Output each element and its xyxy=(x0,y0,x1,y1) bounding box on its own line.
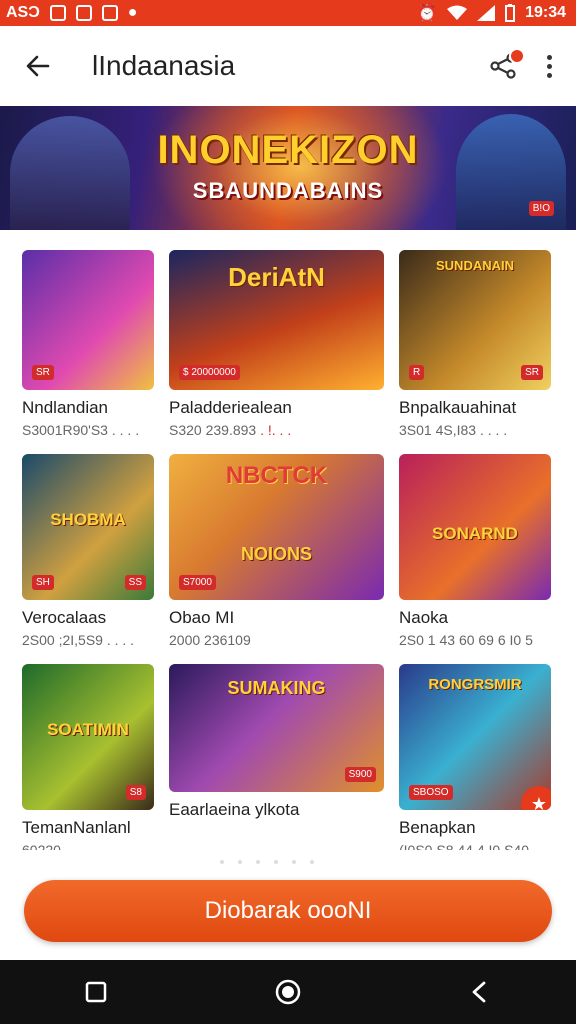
more-dots-icon xyxy=(547,54,552,60)
game-card[interactable]: SR Nndlandian S3001R90'S3 . . . . xyxy=(22,250,154,438)
game-thumbnail: RONGRSMIR SBOSO ★ xyxy=(399,664,551,810)
signal-icon xyxy=(477,5,496,21)
share-button[interactable] xyxy=(487,48,525,82)
banner-subtitle: SBAUNDABAINS xyxy=(192,178,384,203)
game-thumbnail: SR xyxy=(22,250,154,390)
promo-banner[interactable]: INONEKIZON SBAUNDABAINS B!O xyxy=(0,106,576,230)
game-title: Bnpalkauahinat xyxy=(399,398,517,417)
star-icon: ★ xyxy=(530,793,548,811)
game-card[interactable]: DeriAtN $ 20000000 Paladderiealean S320 … xyxy=(169,250,384,438)
banner-title: INONEKIZON xyxy=(157,128,419,172)
arrow-left-icon xyxy=(26,55,50,77)
status-bar: ASƆ ● ⏰ 19:34 xyxy=(0,0,576,26)
more-options-button[interactable] xyxy=(547,54,552,78)
game-meta: 3S01 4S,I83 . . . . xyxy=(399,422,508,438)
battery-icon xyxy=(505,4,516,22)
game-title: Naoka xyxy=(399,608,449,627)
game-thumbnail: NBCTCK NOIONS S7000 xyxy=(169,454,384,600)
clock-text: 19:34 xyxy=(525,4,566,21)
primary-action-button[interactable]: Diobarak oooNI xyxy=(24,880,552,942)
location-icon: ● xyxy=(127,4,138,21)
bottom-action-area: Diobarak oooNI xyxy=(0,850,576,960)
carrier-text: ASƆ xyxy=(6,4,40,21)
game-meta: 2S00 ;2I,5S9 . . . . xyxy=(22,632,135,648)
app-notification-icon xyxy=(75,5,92,21)
recents-button[interactable] xyxy=(76,972,116,1012)
game-thumbnail: SOATIMIN S8 xyxy=(22,664,154,810)
game-title: Benapkan xyxy=(399,818,476,837)
system-nav-bar xyxy=(0,960,576,1024)
game-thumbnail: SONARND xyxy=(399,454,551,600)
back-button[interactable] xyxy=(18,46,58,86)
notification-dot xyxy=(509,48,525,64)
game-card[interactable]: NBCTCK NOIONS S7000 Obao MI 2000 236109 xyxy=(169,454,384,648)
game-card[interactable]: RONGRSMIR SBOSO ★ Benapkan (I0S0 S8 44 4… xyxy=(399,664,551,858)
banner-badge: B!O xyxy=(528,201,554,216)
notification-icon xyxy=(49,5,66,21)
app-bar: lIndaanasia xyxy=(0,26,576,106)
game-title: Obao MI xyxy=(169,608,235,627)
game-card[interactable]: SUMAKING S900 Eaarlaeina ylkota xyxy=(169,664,384,858)
circle-icon xyxy=(275,979,301,1005)
game-thumbnail: SUNDANAIN R SR xyxy=(399,250,551,390)
game-thumbnail: SUMAKING S900 xyxy=(169,664,384,792)
chevron-left-icon xyxy=(472,981,486,1003)
game-thumbnail: SHOBMA SH SS xyxy=(22,454,154,600)
wifi-icon xyxy=(447,5,468,20)
game-card[interactable]: SONARND Naoka 2S0 1 43 60 69 6 I0 5 xyxy=(399,454,551,648)
page-title: lIndaanasia xyxy=(92,50,236,81)
game-meta: 2S0 1 43 60 69 6 I0 5 xyxy=(399,632,533,648)
game-title: TemanNanlanl xyxy=(22,818,131,837)
game-meta: 2000 236109 xyxy=(169,632,251,648)
square-icon xyxy=(85,981,107,1003)
game-title: Paladderiealean xyxy=(169,398,292,417)
game-title: Verocalaas xyxy=(22,608,107,627)
game-title: Eaarlaeina ylkota xyxy=(169,800,300,819)
game-meta: S3001R90'S3 . . . . xyxy=(22,422,140,438)
game-meta: S320 239.893 . !. . . xyxy=(169,422,292,438)
message-icon xyxy=(101,5,118,21)
game-card[interactable]: SHOBMA SH SS Verocalaas 2S00 ;2I,5S9 . .… xyxy=(22,454,154,648)
page-indicator xyxy=(220,860,314,864)
game-card[interactable]: SOATIMIN S8 TemanNanlanl 60220 xyxy=(22,664,154,858)
alarm-icon: ⏰ xyxy=(417,5,438,22)
home-button[interactable] xyxy=(268,972,308,1012)
game-title: Nndlandian xyxy=(22,398,109,417)
game-card[interactable]: SUNDANAIN R SR Bnpalkauahinat 3S01 4S,I8… xyxy=(399,250,551,438)
back-nav-button[interactable] xyxy=(460,972,500,1012)
game-thumbnail: DeriAtN $ 20000000 xyxy=(169,250,384,390)
